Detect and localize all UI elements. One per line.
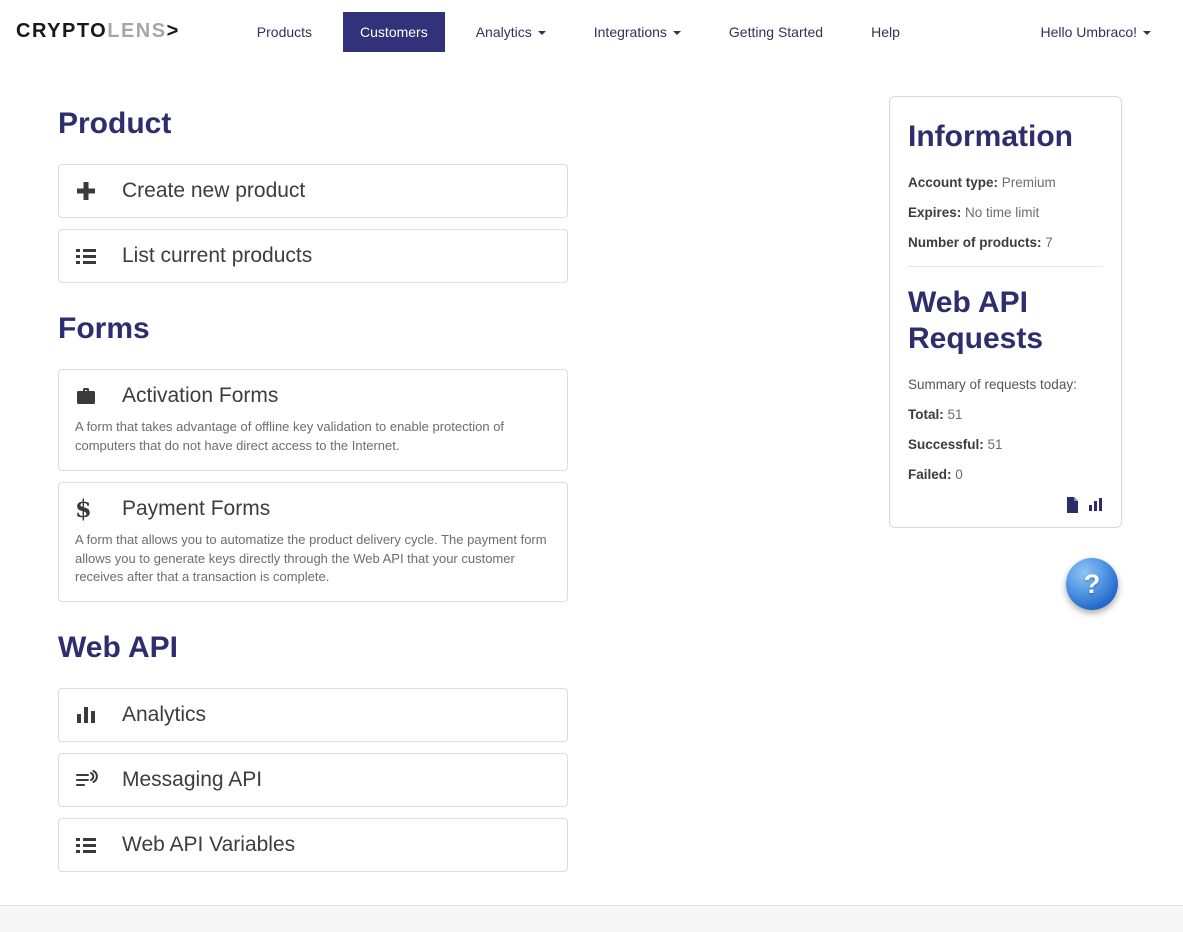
nav-links: Products Customers Analytics Integration… xyxy=(240,11,931,52)
successful-value: 51 xyxy=(987,437,1003,452)
nav-item-products-label: Products xyxy=(256,23,313,40)
messaging-api-panel[interactable]: Messaging API xyxy=(58,753,568,808)
web-api-section-title: Web API xyxy=(58,631,179,665)
user-menu-label: Hello Umbraco! xyxy=(1040,23,1137,40)
total-row: Total: 51 xyxy=(908,407,1103,422)
panel-title: List current products xyxy=(122,244,313,267)
briefcase-icon xyxy=(75,386,105,406)
page-footer xyxy=(0,905,1183,932)
total-label: Total: xyxy=(908,407,944,422)
account-type-label: Account type: xyxy=(908,175,999,190)
activation-forms-panel[interactable]: Activation Forms A form that takes advan… xyxy=(58,369,568,471)
number-of-products-label: Number of products: xyxy=(908,235,1042,250)
user-menu[interactable]: Hello Umbraco! xyxy=(1041,24,1151,40)
panel-title: Activation Forms xyxy=(122,384,279,407)
chevron-down-icon xyxy=(672,30,681,35)
main-content: Product Create new product List current … xyxy=(0,63,1183,905)
plus-icon xyxy=(75,180,105,202)
left-column: Product Create new product List current … xyxy=(58,96,568,883)
panel-description: A form that allows you to automatize the… xyxy=(75,531,547,585)
panel-head: Create new product xyxy=(75,179,551,203)
card-icons xyxy=(908,497,1103,513)
create-new-product-panel[interactable]: Create new product xyxy=(58,164,568,218)
nav-item-customers-label: Customers xyxy=(360,23,428,40)
card-divider xyxy=(908,266,1103,267)
product-section-title: Product xyxy=(58,107,172,140)
account-type-row: Account type: Premium xyxy=(908,175,1103,190)
expires-value: No time limit xyxy=(965,205,1040,220)
expires-row: Expires: No time limit xyxy=(908,205,1103,220)
account-type-value: Premium xyxy=(1001,175,1056,190)
report-doc-icon[interactable] xyxy=(1066,497,1079,513)
panel-title: Messaging API xyxy=(122,768,263,792)
panel-title: Web API Variables xyxy=(122,833,296,857)
nav-item-products[interactable]: Products xyxy=(240,12,329,52)
nav-item-integrations[interactable]: Integrations xyxy=(577,12,698,52)
failed-label: Failed: xyxy=(908,467,952,482)
brand-logo[interactable]: CRYPTOLENS> xyxy=(16,20,180,43)
panel-head: $ Payment Forms xyxy=(75,493,551,523)
right-column: Information Account type: Premium Expire… xyxy=(889,96,1122,610)
information-title: Information xyxy=(908,120,1073,153)
list-icon xyxy=(75,835,105,855)
panel-title: Payment Forms xyxy=(122,496,271,520)
number-of-products-value: 7 xyxy=(1045,235,1053,250)
forms-section-title: Forms xyxy=(58,312,150,345)
payment-forms-panel[interactable]: $ Payment Forms A form that allows you t… xyxy=(58,481,568,603)
panel-title: Create new product xyxy=(122,179,306,202)
chevron-down-icon xyxy=(537,30,546,35)
panel-head: Web API Variables xyxy=(75,833,551,857)
list-icon xyxy=(75,246,105,266)
information-card: Information Account type: Premium Expire… xyxy=(889,96,1122,528)
web-api-variables-panel[interactable]: Web API Variables xyxy=(58,818,568,873)
brand-logo-light: LENS xyxy=(107,20,167,42)
brand-logo-bold: CRYPTO xyxy=(16,20,108,42)
page: CRYPTOLENS> Products Customers Analytics… xyxy=(0,0,1183,932)
nav-item-customers[interactable]: Customers xyxy=(343,11,445,52)
messaging-icon xyxy=(75,770,105,790)
expires-label: Expires: xyxy=(908,205,962,220)
panel-head: Analytics xyxy=(75,703,551,727)
nav-item-getting-started-label: Getting Started xyxy=(728,23,824,40)
brand-logo-arrow: > xyxy=(166,20,180,42)
nav-item-integrations-label: Integrations xyxy=(593,23,667,40)
panel-head: List current products xyxy=(75,244,551,268)
bar-chart-icon xyxy=(75,705,105,725)
nav-item-help-label: Help xyxy=(871,23,900,40)
total-value: 51 xyxy=(947,407,963,422)
successful-label: Successful: xyxy=(908,437,984,452)
analytics-panel[interactable]: Analytics xyxy=(58,688,568,743)
top-navbar: CRYPTOLENS> Products Customers Analytics… xyxy=(0,0,1183,63)
nav-item-getting-started[interactable]: Getting Started xyxy=(712,12,840,52)
web-api-requests-title: Web API Requests xyxy=(908,286,1044,355)
help-button[interactable]: ? xyxy=(1066,558,1118,610)
failed-value: 0 xyxy=(955,467,963,482)
dollar-icon: $ xyxy=(75,493,92,523)
list-current-products-panel[interactable]: List current products xyxy=(58,229,568,283)
nav-item-help[interactable]: Help xyxy=(854,12,917,52)
successful-row: Successful: 51 xyxy=(908,437,1103,452)
requests-summary: Summary of requests today: xyxy=(908,377,1077,392)
panel-head: Activation Forms xyxy=(75,384,551,408)
failed-row: Failed: 0 xyxy=(908,467,1103,482)
chart-icon[interactable] xyxy=(1088,497,1103,513)
nav-item-analytics-label: Analytics xyxy=(475,23,532,40)
number-of-products-row: Number of products: 7 xyxy=(908,235,1103,250)
chevron-down-icon xyxy=(1143,30,1151,35)
panel-head: Messaging API xyxy=(75,768,551,792)
nav-item-analytics[interactable]: Analytics xyxy=(459,12,563,52)
panel-title: Analytics xyxy=(122,703,207,727)
panel-description: A form that takes advantage of offline k… xyxy=(75,419,505,453)
help-button-label: ? xyxy=(1083,568,1101,599)
